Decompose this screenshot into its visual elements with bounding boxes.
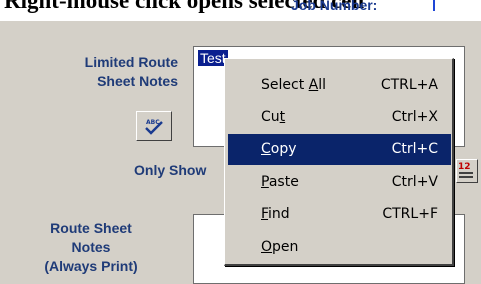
spell-check-icon: ABC <box>145 119 163 135</box>
shortcut-select-all: CTRL+A <box>380 77 438 93</box>
only-show-label: Only Show <box>134 162 207 178</box>
shortcut-paste: Ctrl+V <box>391 174 438 190</box>
menu-item-open[interactable]: Open <box>228 232 451 263</box>
menu-item-find[interactable]: Find CTRL+F <box>228 199 451 230</box>
shortcut-copy: Ctrl+C <box>391 141 438 157</box>
menu-item-paste[interactable]: Paste Ctrl+V <box>228 167 451 198</box>
route-sheet-label-line3: (Always Print) <box>44 258 138 274</box>
menu-item-cut[interactable]: Cut Ctrl+X <box>228 102 451 133</box>
menu-item-select-all[interactable]: Select All CTRL+A <box>228 70 451 101</box>
limited-route-label-line2: Sheet Notes <box>97 73 178 89</box>
menu-item-copy[interactable]: Copy Ctrl+C <box>228 134 451 165</box>
numbering-icon-button[interactable]: 12 <box>456 159 478 183</box>
shortcut-cut: Ctrl+X <box>391 109 438 125</box>
svg-text:12: 12 <box>458 162 471 172</box>
numbering-icon: 12 <box>458 162 473 178</box>
limited-route-label-line1: Limited Route <box>84 54 178 70</box>
route-sheet-label-line1: Route Sheet <box>50 220 132 236</box>
job-number-label: Job Number: <box>291 0 378 13</box>
spell-check-button[interactable]: ABC <box>136 111 172 141</box>
route-sheet-label-line2: Notes <box>71 239 111 255</box>
shortcut-find: CTRL+F <box>382 206 438 222</box>
limited-route-label: Limited Route Sheet Notes <box>40 53 178 91</box>
route-sheet-notes-label: Route Sheet Notes (Always Print) <box>21 219 161 276</box>
job-number-cursor <box>433 0 435 11</box>
page-header: Right-mouse click opens selected cell Jo… <box>0 0 481 21</box>
context-menu: Select All CTRL+A Cut Ctrl+X Copy Ctrl+C… <box>224 58 454 266</box>
